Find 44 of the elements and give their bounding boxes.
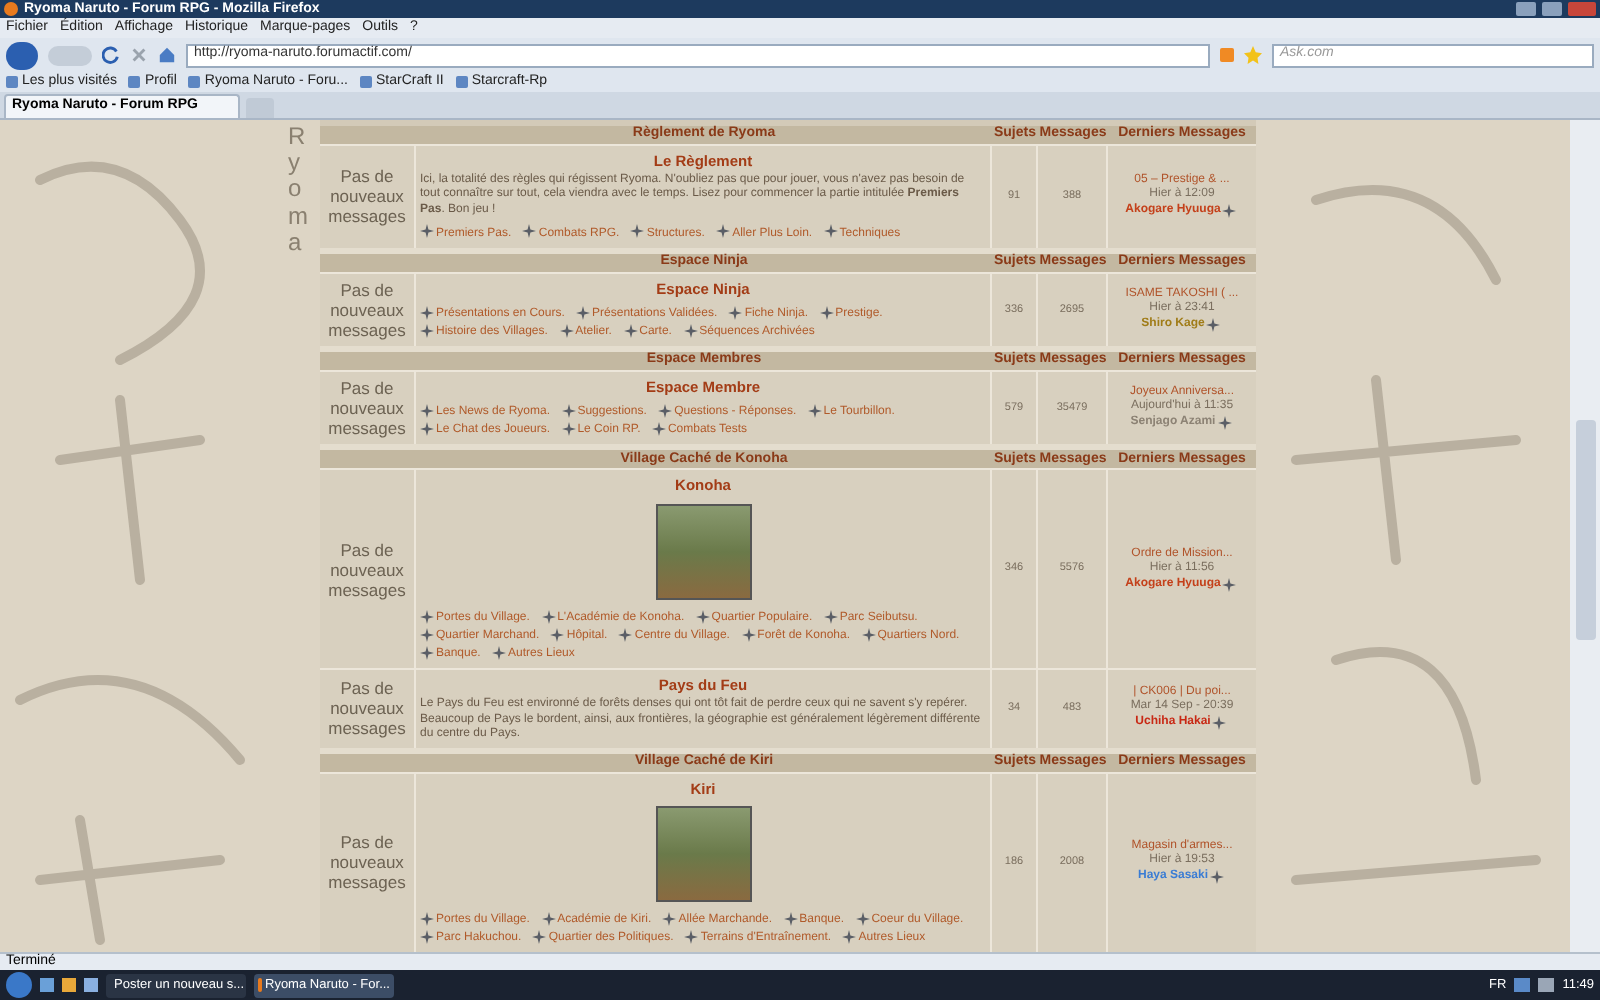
shuriken-icon — [695, 609, 710, 624]
status-text: Pas de nouveaux messages — [326, 678, 408, 739]
shuriken-icon — [741, 627, 756, 642]
status-text: Pas de nouveaux messages — [326, 539, 408, 600]
shuriken-icon — [783, 911, 798, 926]
status-text: Pas de nouveaux messages — [326, 832, 408, 893]
reload-icon[interactable] — [102, 46, 120, 64]
shuriken-icon — [1212, 716, 1227, 731]
status-text: Pas de nouveaux messages — [326, 166, 408, 227]
shuriken-icon — [1206, 317, 1221, 332]
shuriken-icon — [1222, 204, 1237, 219]
shuriken-icon — [716, 224, 731, 239]
shuriken-icon — [492, 645, 507, 660]
shuriken-icon — [823, 224, 838, 239]
photo-placeholder — [655, 503, 751, 600]
shuriken-icon — [861, 627, 876, 642]
shuriken-icon — [1222, 577, 1237, 592]
shuriken-icon — [618, 627, 633, 642]
close-button[interactable] — [1568, 2, 1596, 16]
maximize-button[interactable] — [1542, 2, 1562, 16]
forward-button[interactable] — [48, 45, 92, 65]
home-icon[interactable] — [158, 46, 176, 64]
shuriken-icon — [623, 323, 638, 338]
banner-title: Ryoma — [288, 124, 310, 260]
scrollbar[interactable] — [1570, 120, 1600, 952]
shuriken-icon — [522, 224, 537, 239]
shuriken-icon — [823, 609, 838, 624]
shuriken-icon — [819, 305, 834, 320]
start-button[interactable] — [6, 972, 32, 998]
minimize-button[interactable] — [1516, 2, 1536, 16]
shuriken-icon — [683, 323, 698, 338]
back-button[interactable] — [6, 41, 38, 69]
status-text: Pas de nouveaux messages — [326, 378, 408, 439]
star-icon[interactable] — [1244, 46, 1262, 64]
shuriken-icon — [1217, 416, 1232, 431]
photo-placeholder — [655, 805, 751, 902]
shuriken-icon — [630, 224, 645, 239]
status-text: Pas de nouveaux messages — [326, 279, 408, 340]
new-tab-button[interactable] — [246, 98, 274, 118]
shuriken-icon — [728, 305, 743, 320]
shuriken-icon — [807, 404, 822, 419]
shuriken-icon — [420, 224, 434, 239]
shuriken-icon — [1210, 870, 1225, 885]
stop-icon[interactable] — [130, 46, 148, 64]
